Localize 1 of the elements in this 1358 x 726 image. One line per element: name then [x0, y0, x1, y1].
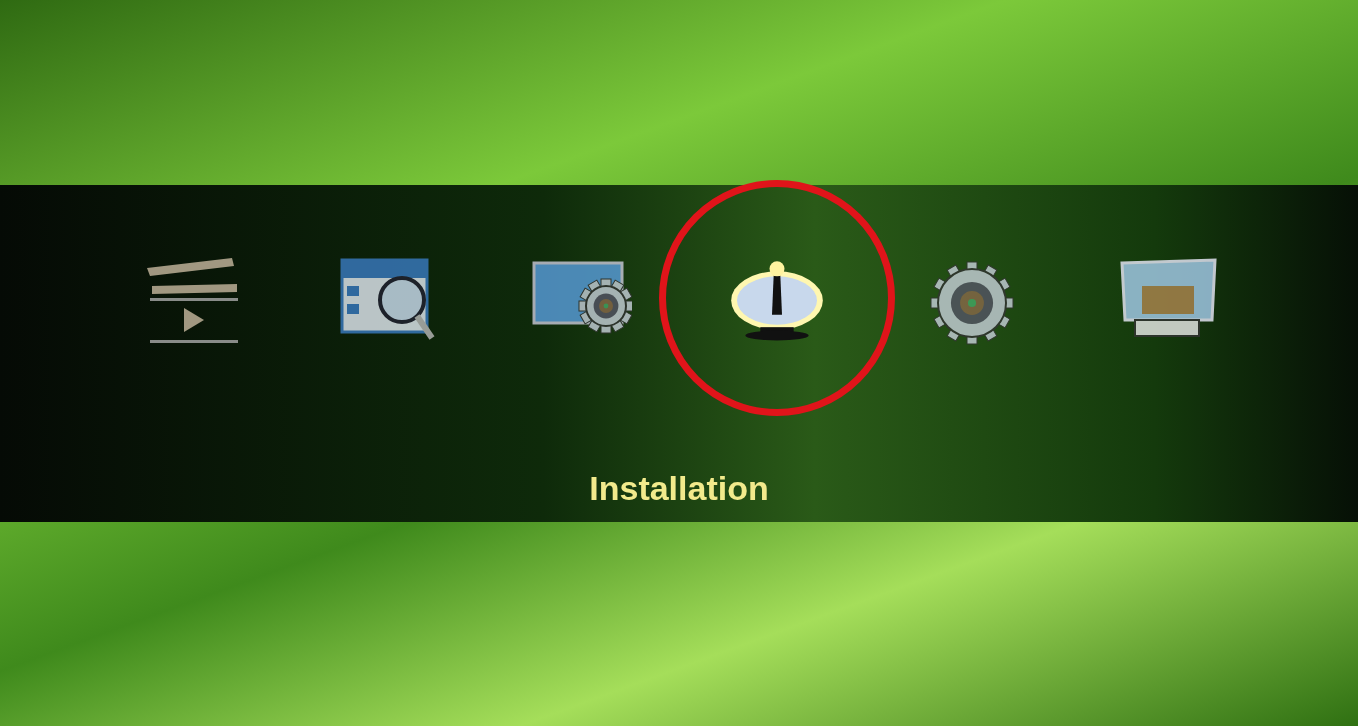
menu-caption: Installation: [589, 468, 769, 509]
